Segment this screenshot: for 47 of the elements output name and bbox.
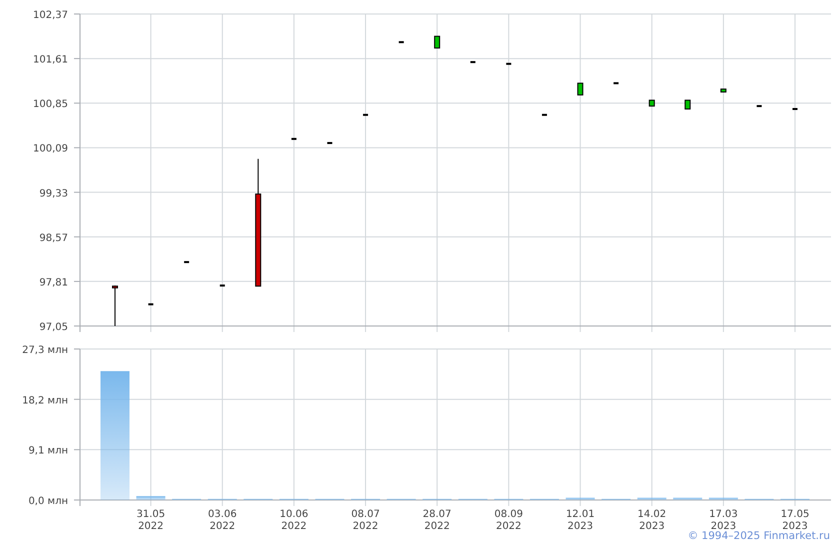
candlestick	[506, 62, 512, 65]
candlestick	[792, 108, 798, 110]
axis-label: 14.02 2023	[638, 509, 666, 530]
axis-label: 101,61	[33, 54, 68, 66]
candlestick	[684, 100, 691, 110]
candlestick	[720, 88, 726, 92]
axis-label: 03.06 2022	[208, 509, 237, 530]
axis-label: 27,3 млн	[22, 345, 68, 356]
candlestick	[756, 105, 762, 108]
volume-bar	[673, 498, 702, 500]
candlestick	[184, 261, 190, 264]
candlestick	[614, 82, 619, 84]
axis-label: 9,1 млн	[28, 446, 68, 457]
candlestick	[577, 82, 584, 96]
axis-label: 0,0 млн	[28, 496, 68, 507]
axis-label: 102,37	[33, 10, 68, 21]
volume-bar	[566, 498, 595, 500]
axis-label: 100,09	[33, 144, 68, 155]
axis-label: 98,57	[39, 232, 68, 244]
candlestick	[327, 142, 332, 144]
volume-bar	[136, 496, 166, 500]
axis-label: 97,05	[39, 322, 68, 333]
volume-bar	[637, 498, 666, 500]
axis-label: 17.05 2023	[780, 509, 810, 530]
candlestick	[470, 61, 476, 64]
candlestick	[291, 138, 296, 140]
axis-label: 12.01 2023	[566, 509, 595, 530]
candlestick	[112, 285, 118, 326]
axis-label: 97,81	[39, 277, 68, 288]
axis-label: 08.09 2022	[494, 509, 523, 530]
axis-label: 100,85	[33, 99, 68, 110]
candlestick	[434, 36, 440, 49]
axis-label: 31.05 2022	[136, 509, 166, 530]
axis-label: 18,2 млн	[22, 395, 68, 406]
axis-label: 08.07 2022	[351, 509, 380, 530]
candlestick	[148, 303, 154, 306]
candlestick	[648, 100, 655, 107]
copyright-text: © 1994–2025 Finmarket.ru	[688, 530, 830, 544]
candlestick	[398, 41, 404, 44]
candlestick	[220, 284, 225, 287]
axis-label: 10.06 2022	[280, 509, 308, 530]
axis-label: 17.03 2023	[709, 509, 738, 530]
axis-label: 28.07 2022	[422, 509, 452, 530]
axis-label: 99,33	[39, 188, 68, 200]
candlestick	[542, 114, 547, 116]
volume-bar	[708, 498, 738, 500]
candlestick	[363, 114, 368, 116]
